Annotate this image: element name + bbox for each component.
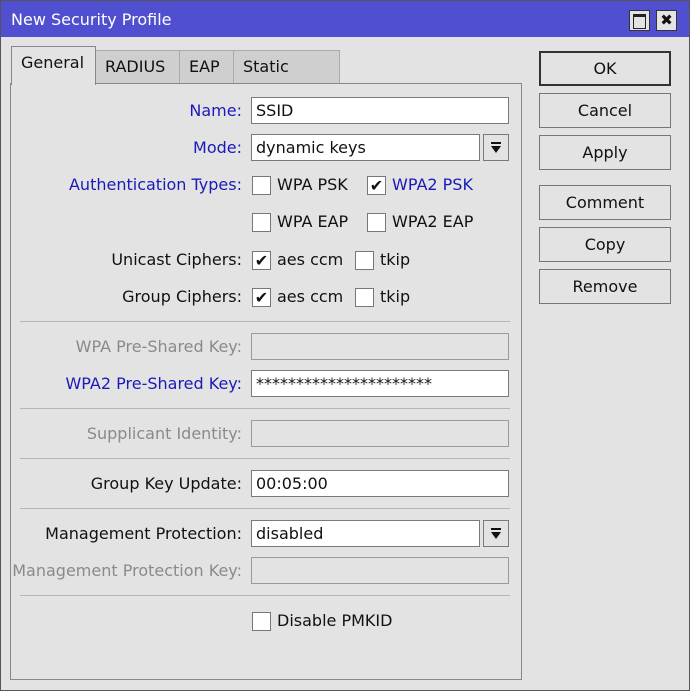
security-profile-window: New Security Profile ✖ General RADIUS EA…: [0, 0, 690, 691]
comment-button[interactable]: Comment: [539, 185, 671, 220]
maximize-icon[interactable]: [629, 10, 650, 31]
title-bar[interactable]: New Security Profile ✖: [1, 1, 689, 37]
mode-select[interactable]: dynamic keys: [251, 134, 480, 161]
wpa2-psk-checkbox[interactable]: ✔: [367, 176, 386, 195]
unicast-aes-ccm-label: aes ccm: [277, 250, 344, 269]
supplicant-identity-label: Supplicant Identity:: [86, 424, 242, 443]
wpa2-eap-checkbox[interactable]: [367, 213, 386, 232]
name-label: Name:: [189, 101, 242, 120]
name-input[interactable]: SSID: [251, 97, 509, 124]
group-aes-ccm-checkbox[interactable]: ✔: [252, 288, 271, 307]
group-tkip-label: tkip: [380, 287, 411, 306]
wpa2-psk-label: WPA2 PSK: [392, 175, 473, 194]
close-icon[interactable]: ✖: [656, 10, 677, 31]
tab-eap[interactable]: EAP: [179, 50, 234, 84]
wpa-psk-label: WPA PSK: [277, 175, 348, 194]
unicast-tkip-checkbox[interactable]: [355, 251, 374, 270]
separator: [20, 508, 510, 509]
cancel-button[interactable]: Cancel: [539, 93, 671, 128]
remove-button[interactable]: Remove: [539, 269, 671, 304]
tab-static-keys[interactable]: Static Keys: [233, 50, 340, 108]
wpa-psk-key-input[interactable]: [251, 333, 509, 360]
window-title: New Security Profile: [11, 10, 172, 29]
management-protection-key-label: Management Protection Key:: [12, 561, 242, 580]
unicast-tkip-label: tkip: [380, 250, 411, 269]
wpa2-psk-key-label: WPA2 Pre-Shared Key:: [65, 374, 242, 393]
unicast-aes-ccm-checkbox[interactable]: ✔: [252, 251, 271, 270]
management-protection-dropdown-icon[interactable]: [483, 520, 509, 547]
mode-label: Mode:: [193, 138, 242, 157]
unicast-ciphers-label: Unicast Ciphers:: [111, 250, 242, 269]
tab-radius[interactable]: RADIUS: [95, 50, 180, 84]
apply-button[interactable]: Apply: [539, 135, 671, 170]
group-aes-ccm-label: aes ccm: [277, 287, 344, 306]
group-key-update-label: Group Key Update:: [90, 474, 242, 493]
auth-types-label: Authentication Types:: [68, 175, 242, 194]
wpa-psk-checkbox[interactable]: [252, 176, 271, 195]
disable-pmkid-checkbox[interactable]: [252, 612, 271, 631]
group-ciphers-label: Group Ciphers:: [122, 287, 242, 306]
group-key-update-input[interactable]: 00:05:00: [251, 470, 509, 497]
disable-pmkid-label: Disable PMKID: [277, 611, 393, 630]
separator: [20, 321, 510, 322]
supplicant-identity-input[interactable]: [251, 420, 509, 447]
copy-button[interactable]: Copy: [539, 227, 671, 262]
mode-dropdown-icon[interactable]: [483, 134, 509, 161]
wpa2-psk-key-input[interactable]: **********************: [251, 370, 509, 397]
group-tkip-checkbox[interactable]: [355, 288, 374, 307]
management-protection-select[interactable]: disabled: [251, 520, 480, 547]
wpa2-eap-label: WPA2 EAP: [392, 212, 474, 231]
separator: [20, 458, 510, 459]
ok-button[interactable]: OK: [539, 51, 671, 86]
wpa-eap-label: WPA EAP: [277, 212, 349, 231]
wpa-psk-key-label: WPA Pre-Shared Key:: [75, 337, 242, 356]
wpa-eap-checkbox[interactable]: [252, 213, 271, 232]
tab-general[interactable]: General: [11, 46, 96, 85]
management-protection-label: Management Protection:: [45, 524, 242, 543]
separator: [20, 595, 510, 596]
separator: [20, 408, 510, 409]
management-protection-key-input[interactable]: [251, 557, 509, 584]
